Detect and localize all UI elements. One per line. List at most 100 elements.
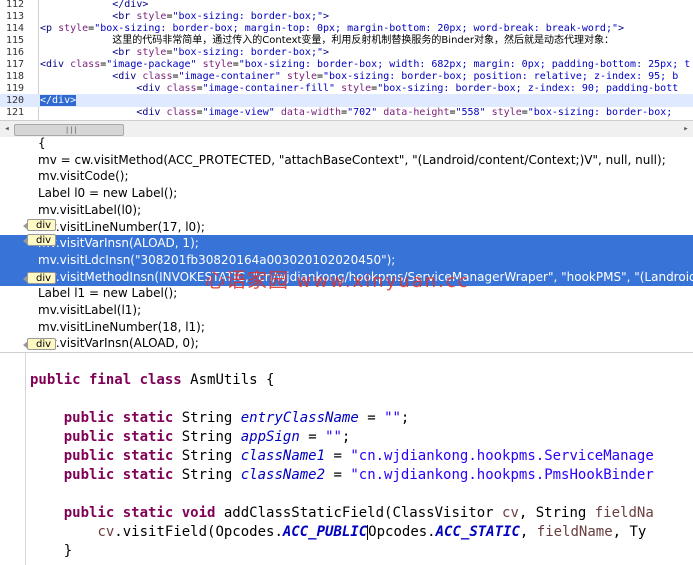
code-token: > [323, 11, 330, 22]
code-token: <div [112, 71, 143, 82]
code-token: 这里的代码非常简单，通过传入的Context变量，利用反射机制替换服务的Bind… [112, 35, 615, 46]
code-token: String [181, 410, 241, 426]
div-tag-badge[interactable]: div [23, 219, 56, 231]
code-token: </div> [112, 0, 149, 10]
div-tag-badge[interactable]: div [23, 338, 56, 350]
code-token: > [323, 47, 330, 58]
java-code-line[interactable]: public static void addClassStaticField(C… [30, 504, 654, 523]
code-token: style [202, 59, 233, 70]
java-code-line[interactable]: public static String className2 = "cn.wj… [30, 466, 654, 485]
code-token: "image-package" [106, 59, 203, 70]
code-token: , Ty [612, 524, 647, 540]
code-token: > [618, 23, 625, 34]
code-token: String [181, 429, 241, 445]
code-token: className2 [240, 467, 326, 483]
code-token: String [181, 467, 241, 483]
scrollbar-grip-icon: ||| [65, 126, 78, 134]
java-code-line[interactable]: public final class AsmUtils { [30, 371, 274, 390]
scroll-right-arrow-icon[interactable]: ▸ [680, 123, 692, 135]
code-token: class [166, 83, 197, 94]
code-token: , [519, 524, 537, 540]
code-token: entryClassName [240, 410, 359, 426]
java-code-line[interactable]: } [30, 542, 72, 561]
code-token: "box-sizing: border-box; z-index: 90; pa… [377, 83, 679, 94]
code-token: "image-container" [178, 71, 287, 82]
code-token: ACC_STATIC [435, 524, 520, 540]
asm-code-line[interactable]: mv.visitLabel(l0); [38, 202, 141, 219]
code-token: "box-sizing: border-box;" [172, 47, 323, 58]
asm-code-panel[interactable]: {mv = cw.visitMethod(ACC_PROTECTED, "att… [0, 137, 693, 352]
code-token: = [299, 429, 326, 445]
code-token: "cn.wjdiankong.hookpms.PmsHookBinder [350, 467, 654, 483]
code-token: ; [341, 429, 351, 445]
asm-code-line[interactable]: mv.visitLabel(l1); [38, 302, 141, 319]
div-tag-badge[interactable]: div [23, 234, 56, 246]
code-token: cv [502, 505, 519, 521]
code-token: class [166, 107, 197, 118]
code-text: <div class="image-view" data-width="702"… [40, 106, 678, 119]
code-token: public static [63, 448, 182, 464]
code-token: className1 [240, 448, 326, 464]
code-token: <div [40, 59, 71, 70]
asm-code-line[interactable]: mv.visitVarInsn(ALOAD, 0); [38, 335, 199, 352]
code-token: .visitField(Opcodes. [114, 524, 283, 540]
code-token: appSign [240, 429, 300, 445]
code-token: <div [136, 83, 167, 94]
code-token: public final class [30, 372, 191, 388]
code-token: "box-sizing: border-box; width: 682px; m… [238, 59, 691, 70]
java-source-editor[interactable]: public final class AsmUtils { public sta… [0, 352, 693, 565]
code-token: fieldName [536, 524, 613, 540]
code-token: public static void [63, 505, 224, 521]
code-token: } [30, 543, 73, 559]
asm-code-line[interactable]: mv = cw.visitMethod(ACC_PROTECTED, "atta… [38, 152, 666, 169]
asm-code-line[interactable]: Label l0 = new Label(); [38, 185, 177, 202]
html-source-editor[interactable]: 112 </div> 113 <br style="box-sizing: bor… [0, 0, 693, 121]
html-code-line[interactable]: 121 <div class="image-view" data-width="… [0, 106, 693, 119]
code-token: data-height [383, 107, 450, 118]
code-token: Opcodes. [368, 524, 436, 540]
java-code-line[interactable]: public static String appSign = ""; [30, 428, 351, 447]
code-token: style [58, 23, 89, 34]
code-token: <div [136, 107, 167, 118]
code-token: "box-sizing: border-box;" [172, 11, 323, 22]
code-token: AsmUtils { [190, 372, 275, 388]
code-token: = [358, 410, 385, 426]
code-token: class [70, 59, 101, 70]
code-token: <br [112, 11, 137, 22]
asm-code-line[interactable]: mv.visitVarInsn(ALOAD, 1); [38, 235, 199, 253]
horizontal-scrollbar[interactable]: ◂ ||| ▸ [0, 120, 693, 138]
asm-code-line[interactable]: mv.visitLineNumber(18, l1); [38, 319, 205, 336]
watermark-site: www.xinyuan.cc [296, 271, 470, 292]
code-token: String [181, 448, 241, 464]
code-token: = [325, 448, 351, 464]
code-token: <p [40, 23, 59, 34]
asm-code-line[interactable]: Label l1 = new Label(); [38, 285, 177, 302]
asm-code-line[interactable]: { [38, 137, 46, 152]
java-code-line[interactable]: cv.visitField(Opcodes.ACC_PUBLICOpcodes.… [30, 523, 646, 542]
code-token: style [341, 83, 372, 94]
code-token: fieldNa [594, 505, 654, 521]
watermark: 心语家园 www.xinyuan.cc [205, 264, 470, 293]
code-token: cv [97, 524, 115, 540]
code-token: addClassStaticField(ClassVisitor [223, 505, 503, 521]
code-token: ACC_PUBLIC [282, 524, 368, 540]
code-token: "image-view" [202, 107, 281, 118]
div-tag-badge[interactable]: div [23, 272, 56, 284]
code-token: "box-sizing: border-box; position: relat… [323, 71, 679, 82]
code-token: "box-sizing: border-box; margin-top: 0px… [94, 23, 618, 34]
code-token: "box-sizing: border-box; [527, 107, 679, 118]
watermark-text: 心语家园 [205, 268, 289, 292]
asm-code-line[interactable]: mv.visitLineNumber(17, l0); [38, 219, 205, 236]
java-code-line[interactable]: public static String entryClassName = ""… [30, 409, 410, 428]
scroll-left-arrow-icon[interactable]: ◂ [1, 123, 13, 135]
asm-code-line[interactable]: mv.visitCode(); [38, 168, 129, 185]
code-token: , String [518, 505, 595, 521]
scrollbar-thumb[interactable]: ||| [14, 124, 124, 136]
code-token: public static [63, 429, 182, 445]
java-code-line[interactable]: public static String className1 = "cn.wj… [30, 447, 654, 466]
